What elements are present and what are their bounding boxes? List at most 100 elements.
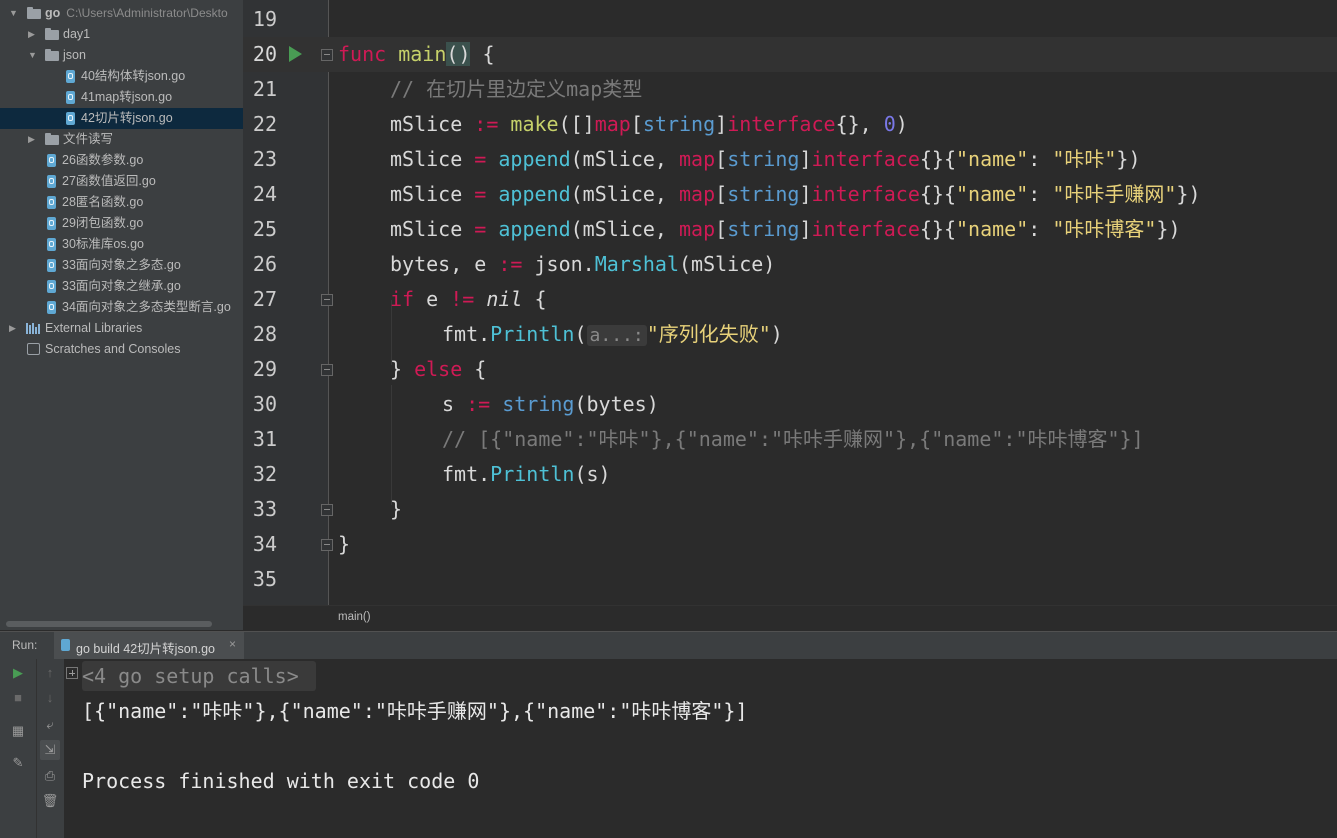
line-number: 27 — [252, 287, 277, 311]
tree-item-label: 27函数值返回.go — [62, 174, 156, 188]
parameter-hint: a...: — [586, 325, 647, 346]
code-line-29[interactable]: } else { — [390, 352, 486, 387]
console-setup-calls[interactable]: <4 go setup calls> — [82, 661, 299, 691]
tree-item[interactable]: 27函数值返回.go — [0, 171, 243, 192]
go-file-icon — [66, 112, 75, 125]
fold-icon[interactable] — [321, 504, 333, 516]
project-scrollbar[interactable] — [6, 621, 212, 627]
go-file-icon — [61, 639, 70, 651]
tree-item-label: 26函数参数.go — [62, 153, 144, 167]
breadcrumb-item[interactable]: main() — [338, 611, 371, 623]
tree-item-label: day1 — [63, 27, 91, 41]
tree-item[interactable]: 30标准库os.go — [0, 234, 243, 255]
code-line-20[interactable]: func main() { — [338, 37, 495, 72]
tree-item[interactable]: 28匿名函数.go — [0, 192, 243, 213]
run-gutter-icon[interactable] — [289, 46, 302, 62]
soft-wrap-icon[interactable]: ⤶ — [40, 715, 60, 735]
line-number: 31 — [252, 427, 277, 451]
tree-external-libraries[interactable]: ▶ External Libraries — [0, 318, 243, 339]
tab-run-config[interactable]: go build 42切片转json.go × — [54, 632, 244, 659]
close-icon[interactable]: × — [229, 637, 236, 651]
tree-root-go[interactable]: ▼ go C:\Users\Administrator\Deskto — [0, 3, 243, 24]
tree-item[interactable]: 29闭包函数.go — [0, 213, 243, 234]
arrow-up-icon[interactable]: ↑ — [40, 663, 60, 683]
code-line-24[interactable]: mSlice = append(mSlice, map[string]inter… — [390, 177, 1201, 212]
layout-icon[interactable]: ▦ — [8, 721, 28, 741]
print-icon[interactable]: ⎙ — [40, 766, 60, 786]
go-file-icon — [47, 280, 56, 293]
code-line-33[interactable]: } — [390, 492, 402, 527]
line-number: 32 — [252, 462, 277, 486]
expand-icon[interactable] — [66, 667, 78, 679]
go-file-icon — [47, 238, 56, 251]
code-line-30[interactable]: s := string(bytes) — [442, 387, 659, 422]
code-line-22[interactable]: mSlice := make([]map[string]interface{},… — [390, 107, 908, 142]
tree-item-label: 40结构体转json.go — [81, 69, 186, 83]
code-line-32[interactable]: fmt.Println(s) — [442, 457, 611, 492]
chevron-down-icon[interactable]: ▼ — [28, 45, 37, 66]
fold-icon[interactable] — [321, 364, 333, 376]
line-number: 25 — [252, 217, 277, 241]
go-file-icon — [47, 154, 56, 167]
go-file-icon — [47, 175, 56, 188]
tree-item[interactable]: 40结构体转json.go — [0, 66, 243, 87]
tree-item-label: 文件读写 — [63, 132, 114, 146]
go-file-icon — [66, 91, 75, 104]
arrow-down-icon[interactable]: ↓ — [40, 688, 60, 708]
stop-button[interactable]: ■ — [8, 688, 28, 708]
trash-icon[interactable]: 🗑 — [40, 791, 60, 811]
line-number: 33 — [252, 497, 277, 521]
fold-icon[interactable] — [321, 539, 333, 551]
folder-icon — [45, 28, 59, 40]
code-line-31[interactable]: // [{"name":"咔咔"},{"name":"咔咔手赚网"},{"nam… — [442, 422, 1144, 457]
run-panel-header: Run: go build 42切片转json.go × — [0, 631, 1337, 659]
code-line-27[interactable]: if e != nil { — [390, 282, 547, 317]
fold-icon[interactable] — [321, 49, 333, 61]
tree-item-label: 33面向对象之多态.go — [62, 258, 181, 272]
line-number: 28 — [252, 322, 277, 346]
rerun-button[interactable]: ▶ — [8, 663, 28, 683]
console-exit-line: Process finished with exit code 0 — [82, 769, 480, 793]
tree-root-name: go — [45, 6, 61, 20]
scratch-icon — [27, 343, 40, 355]
tree-item[interactable]: 42切片转json.go — [0, 108, 243, 129]
pin-icon[interactable]: ✎ — [8, 753, 28, 773]
project-panel: ▼ go C:\Users\Administrator\Deskto ▶ day1 ▼… — [0, 0, 243, 630]
scroll-to-end-icon[interactable]: ⇲ — [40, 740, 60, 760]
code-line-21[interactable]: // 在切片里边定义map类型 — [390, 72, 642, 107]
run-toolbar-secondary: ↑ ↓ ⤶ ⇲ ⎙ 🗑 — [37, 659, 64, 838]
console-output-line: [{"name":"咔咔"},{"name":"咔咔手赚网"},{"name":… — [82, 699, 748, 723]
code-line-26[interactable]: bytes, e := json.Marshal(mSlice) — [390, 247, 775, 282]
tree-item[interactable]: 33面向对象之多态.go — [0, 255, 243, 276]
chevron-right-icon[interactable]: ▶ — [9, 318, 16, 339]
code-line-34[interactable]: } — [338, 527, 350, 562]
tree-item[interactable]: ▼ json — [0, 45, 243, 66]
line-number: 29 — [252, 357, 277, 381]
chevron-down-icon[interactable]: ▼ — [9, 3, 18, 24]
tree-item[interactable]: ▶ day1 — [0, 24, 243, 45]
tree-item[interactable]: 34面向对象之多态类型断言.go — [0, 297, 243, 318]
code-line-25[interactable]: mSlice = append(mSlice, map[string]inter… — [390, 212, 1181, 247]
tree-item[interactable]: 33面向对象之继承.go — [0, 276, 243, 297]
code-line-23[interactable]: mSlice = append(mSlice, map[string]inter… — [390, 142, 1141, 177]
line-number: 30 — [252, 392, 277, 416]
tree-item[interactable]: 41map转json.go — [0, 87, 243, 108]
line-number: 35 — [252, 567, 277, 591]
go-file-icon — [47, 259, 56, 272]
tree-item[interactable]: ▶ 文件读写 — [0, 129, 243, 150]
tree-item[interactable]: 26函数参数.go — [0, 150, 243, 171]
line-number: 26 — [252, 252, 277, 276]
tree-scratches[interactable]: Scratches and Consoles — [0, 339, 243, 360]
tab-label: go build 42切片转json.go — [76, 642, 215, 656]
go-file-icon — [66, 70, 75, 83]
tree-label: Scratches and Consoles — [45, 342, 181, 356]
folder-icon — [45, 49, 59, 61]
line-number: 19 — [252, 7, 277, 31]
library-icon — [26, 323, 40, 334]
chevron-right-icon[interactable]: ▶ — [28, 24, 35, 45]
go-file-icon — [47, 217, 56, 230]
fold-icon[interactable] — [321, 294, 333, 306]
chevron-right-icon[interactable]: ▶ — [28, 129, 35, 150]
code-line-28[interactable]: fmt.Println(a...: "序列化失败") — [442, 317, 783, 352]
folder-icon — [45, 133, 59, 145]
